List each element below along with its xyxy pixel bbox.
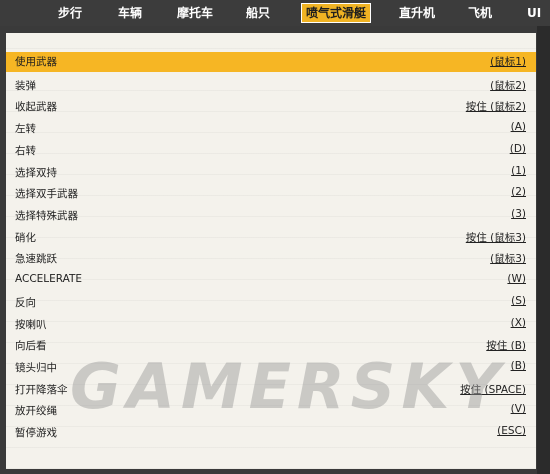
binding-action: 选择特殊武器 xyxy=(15,210,78,222)
binding-row[interactable]: 反向 (S) xyxy=(6,293,536,313)
binding-action: 右转 xyxy=(15,145,36,157)
tab-boats[interactable]: 船只 xyxy=(246,4,270,22)
binding-action: 放开绞绳 xyxy=(15,405,57,417)
binding-key[interactable]: 按住 (SPACE) xyxy=(460,382,526,397)
tab-jetski[interactable]: 喷气式滑艇 xyxy=(301,3,372,23)
binding-key[interactable]: (鼠标1) xyxy=(490,54,526,69)
binding-row[interactable]: ACCELERATE (W) xyxy=(6,271,536,291)
binding-row[interactable]: 选择双手武器 (2) xyxy=(6,184,536,204)
binding-row[interactable]: 镜头归中 (B) xyxy=(6,358,536,378)
binding-key[interactable]: (S) xyxy=(511,295,526,307)
binding-row[interactable]: 右转 (D) xyxy=(6,141,536,161)
binding-row[interactable]: 暂停游戏 (ESC) xyxy=(6,423,536,443)
tab-ui[interactable]: UI xyxy=(527,4,541,22)
tab-helicopter[interactable]: 直升机 xyxy=(399,4,435,22)
binding-key[interactable]: (D) xyxy=(510,143,526,155)
binding-row[interactable]: 硝化 按住 (鼠标3) xyxy=(6,228,536,248)
binding-row[interactable]: 按喇叭 (X) xyxy=(6,315,536,335)
binding-action: 打开降落伞 xyxy=(15,384,68,396)
binding-key[interactable]: (1) xyxy=(511,165,526,177)
binding-key[interactable]: (3) xyxy=(511,208,526,220)
binding-key[interactable]: 按住 (B) xyxy=(486,338,526,353)
tab-plane[interactable]: 飞机 xyxy=(468,4,492,22)
binding-key[interactable]: (B) xyxy=(511,360,526,372)
binding-action: ACCELERATE xyxy=(15,273,83,285)
binding-action: 选择双持 xyxy=(15,167,57,179)
binding-key[interactable]: (鼠标2) xyxy=(490,78,526,93)
keybinding-list: 使用武器 (鼠标1) 装弹 (鼠标2) 收起武器 按住 (鼠标2) 左转 (A)… xyxy=(6,33,536,469)
binding-key[interactable]: (2) xyxy=(511,186,526,198)
binding-key[interactable]: (A) xyxy=(511,121,526,133)
binding-action: 左转 xyxy=(15,123,36,135)
binding-row[interactable]: 放开绞绳 (V) xyxy=(6,401,536,421)
tab-motorcycle[interactable]: 摩托车 xyxy=(177,4,213,22)
binding-key[interactable]: (鼠标3) xyxy=(490,251,526,266)
binding-key[interactable]: (V) xyxy=(511,403,526,415)
tab-vehicles[interactable]: 车辆 xyxy=(118,4,142,22)
scrollbar-track[interactable] xyxy=(537,26,550,474)
binding-action: 使用武器 xyxy=(15,56,57,68)
binding-row[interactable]: 装弹 (鼠标2) xyxy=(6,76,536,96)
binding-action: 选择双手武器 xyxy=(15,188,78,200)
binding-row[interactable]: 急速跳跃 (鼠标3) xyxy=(6,249,536,269)
binding-action: 暂停游戏 xyxy=(15,427,57,439)
binding-action: 镜头归中 xyxy=(15,362,57,374)
binding-key[interactable]: (X) xyxy=(511,317,526,329)
binding-row[interactable]: 向后看 按住 (B) xyxy=(6,336,536,356)
binding-action: 收起武器 xyxy=(15,101,57,113)
tab-bar: 步行 车辆 摩托车 船只 喷气式滑艇 直升机 飞机 UI xyxy=(0,0,550,26)
binding-key[interactable]: 按住 (鼠标3) xyxy=(466,230,526,245)
tab-on-foot[interactable]: 步行 xyxy=(58,4,82,22)
binding-row[interactable]: 收起武器 按住 (鼠标2) xyxy=(6,97,536,117)
binding-action: 装弹 xyxy=(15,80,36,92)
binding-key[interactable]: 按住 (鼠标2) xyxy=(466,99,526,114)
binding-action: 急速跳跃 xyxy=(15,253,57,265)
binding-key[interactable]: (W) xyxy=(507,273,526,285)
binding-key[interactable]: (ESC) xyxy=(497,425,526,437)
binding-row[interactable]: 选择特殊武器 (3) xyxy=(6,206,536,226)
binding-row-selected[interactable]: 使用武器 (鼠标1) xyxy=(6,52,536,72)
binding-action: 硝化 xyxy=(15,232,36,244)
binding-row[interactable]: 打开降落伞 按住 (SPACE) xyxy=(6,380,536,400)
binding-action: 向后看 xyxy=(15,340,47,352)
binding-row[interactable]: 左转 (A) xyxy=(6,119,536,139)
binding-action: 按喇叭 xyxy=(15,319,47,331)
binding-action: 反向 xyxy=(15,297,36,309)
binding-row[interactable]: 选择双持 (1) xyxy=(6,163,536,183)
